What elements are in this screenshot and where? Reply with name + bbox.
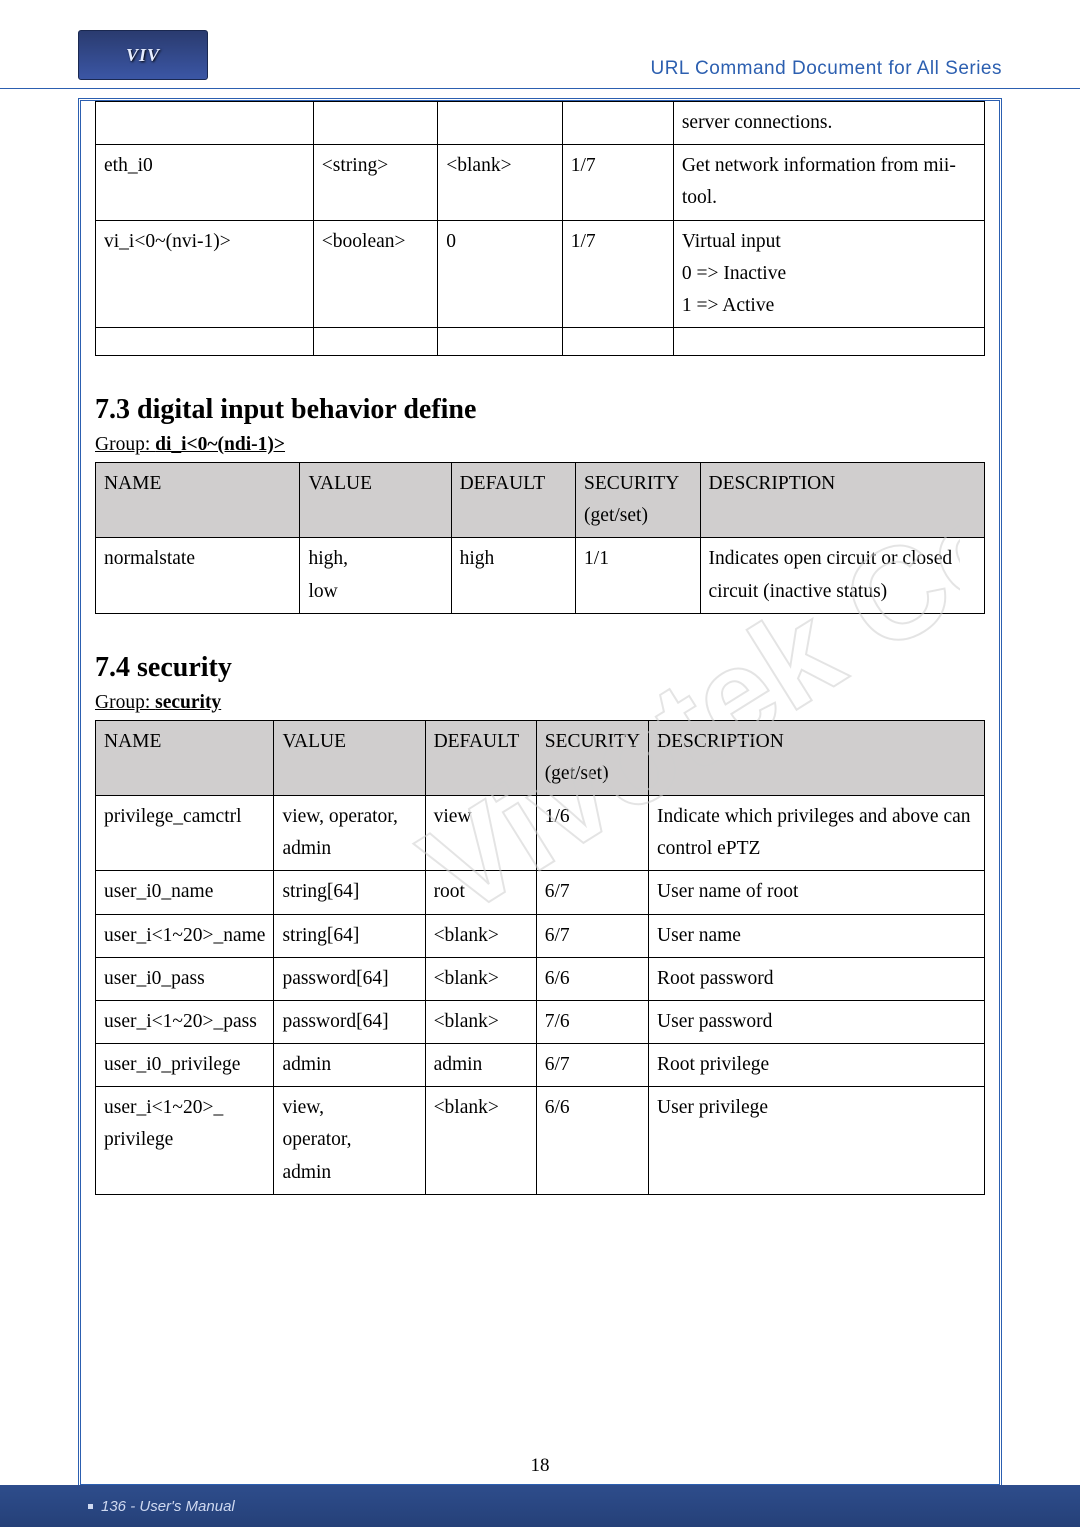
table-digital-input: NAMEVALUEDEFAULTSECURITY(get/set)DESCRIP… [95, 462, 985, 614]
page-header: VIV URL Command Document for All Series [0, 0, 1080, 89]
table-row: eth_i0<string><blank>1/7Get network info… [96, 145, 985, 220]
table-security: NAMEVALUEDEFAULTSECURITY(get/set)DESCRIP… [95, 720, 985, 1195]
table-row: user_i0_privilegeadminadmin6/7Root privi… [96, 1044, 985, 1087]
table-row [96, 328, 985, 356]
table-row: user_i0_namestring[64]root6/7User name o… [96, 871, 985, 914]
table-row: user_i<1~20>_namestring[64]<blank>6/7Use… [96, 914, 985, 957]
table-row: user_i0_passpassword[64]<blank>6/6Root p… [96, 957, 985, 1000]
table-header-row: NAMEVALUEDEFAULTSECURITY(get/set)DESCRIP… [96, 720, 985, 795]
table-row: privilege_camctrlview, operator,adminvie… [96, 796, 985, 871]
group-line: Group: security [95, 692, 985, 714]
group-line: Group: di_i<0~(ndi-1)> [95, 434, 985, 456]
table-row: user_i<1~20>_passpassword[64]<blank>7/6U… [96, 1000, 985, 1043]
footer-bar: 136 - User's Manual [0, 1485, 1080, 1527]
doc-title: URL Command Document for All Series [650, 58, 1002, 80]
footer-left: 136 - User's Manual [101, 1498, 235, 1515]
content: server connections. eth_i0<string><blank… [0, 89, 1080, 1195]
table-row: normalstatehigh,lowhigh1/1Indicates open… [96, 538, 985, 613]
table-row: vi_i<0~(nvi-1)><boolean>01/7Virtual inpu… [96, 220, 985, 328]
section-heading-7-3: 7.3 digital input behavior define [95, 394, 985, 426]
section-heading-7-4: 7.4 security [95, 652, 985, 684]
table-continuation: server connections. eth_i0<string><blank… [95, 101, 985, 356]
table-row: user_i<1~20>_privilegeview,operator,admi… [96, 1087, 985, 1195]
logo-text: VIV [126, 45, 160, 66]
table-row: server connections. [96, 102, 985, 145]
table-header-row: NAMEVALUEDEFAULTSECURITY(get/set)DESCRIP… [96, 463, 985, 538]
logo: VIV [78, 30, 208, 80]
inner-page-number: 18 [531, 1455, 550, 1477]
